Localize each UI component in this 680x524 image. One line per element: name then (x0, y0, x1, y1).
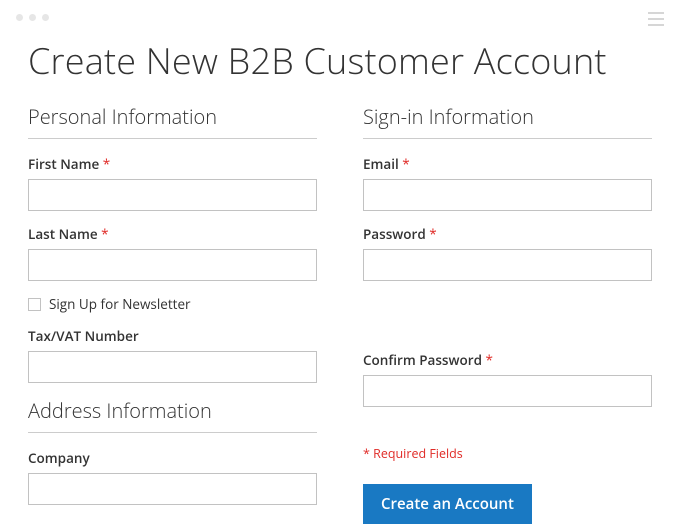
first-name-label: First Name * (28, 155, 317, 173)
create-account-button[interactable]: Create an Account (363, 484, 532, 524)
confirm-password-label-text: Confirm Password (363, 351, 482, 369)
required-star-icon: * (429, 225, 436, 243)
left-column: Personal Information First Name * Last N… (28, 103, 317, 524)
email-field-wrapper: Email * (363, 155, 652, 211)
hamburger-menu-icon[interactable] (648, 12, 664, 26)
first-name-field: First Name * (28, 155, 317, 211)
required-star-icon: * (103, 155, 110, 173)
page-title: Create New B2B Customer Account (28, 36, 652, 85)
window-dot (29, 14, 36, 21)
password-label-text: Password (363, 225, 426, 243)
password-label: Password * (363, 225, 652, 243)
address-info-heading: Address Information (28, 397, 317, 433)
required-fields-note: * Required Fields (363, 445, 652, 462)
tax-vat-input[interactable] (28, 351, 317, 383)
required-star-icon: * (402, 155, 409, 173)
company-input[interactable] (28, 473, 317, 505)
last-name-field: Last Name * (28, 225, 317, 281)
company-label: Company (28, 449, 317, 467)
last-name-label-text: Last Name (28, 225, 98, 243)
email-input[interactable] (363, 179, 652, 211)
first-name-input[interactable] (28, 179, 317, 211)
email-label: Email * (363, 155, 652, 173)
password-input[interactable] (363, 249, 652, 281)
window-controls (16, 14, 49, 21)
password-field-wrapper: Password * (363, 225, 652, 281)
required-star-icon: * (101, 225, 108, 243)
personal-info-heading: Personal Information (28, 103, 317, 139)
last-name-label: Last Name * (28, 225, 317, 243)
newsletter-label: Sign Up for Newsletter (49, 295, 191, 313)
signin-info-heading: Sign-in Information (363, 103, 652, 139)
confirm-password-input[interactable] (363, 375, 652, 407)
company-field: Company (28, 449, 317, 505)
email-label-text: Email (363, 155, 399, 173)
confirm-password-label: Confirm Password * (363, 351, 652, 369)
window-dot (16, 14, 23, 21)
first-name-label-text: First Name (28, 155, 99, 173)
last-name-input[interactable] (28, 249, 317, 281)
required-star-icon: * (486, 351, 493, 369)
window-dot (42, 14, 49, 21)
confirm-password-field-wrapper: Confirm Password * (363, 351, 652, 407)
right-column: Sign-in Information Email * Password * C… (363, 103, 652, 524)
newsletter-checkbox-row[interactable]: Sign Up for Newsletter (28, 295, 317, 313)
newsletter-checkbox[interactable] (28, 298, 41, 311)
tax-vat-field: Tax/VAT Number (28, 327, 317, 383)
tax-vat-label: Tax/VAT Number (28, 327, 317, 345)
